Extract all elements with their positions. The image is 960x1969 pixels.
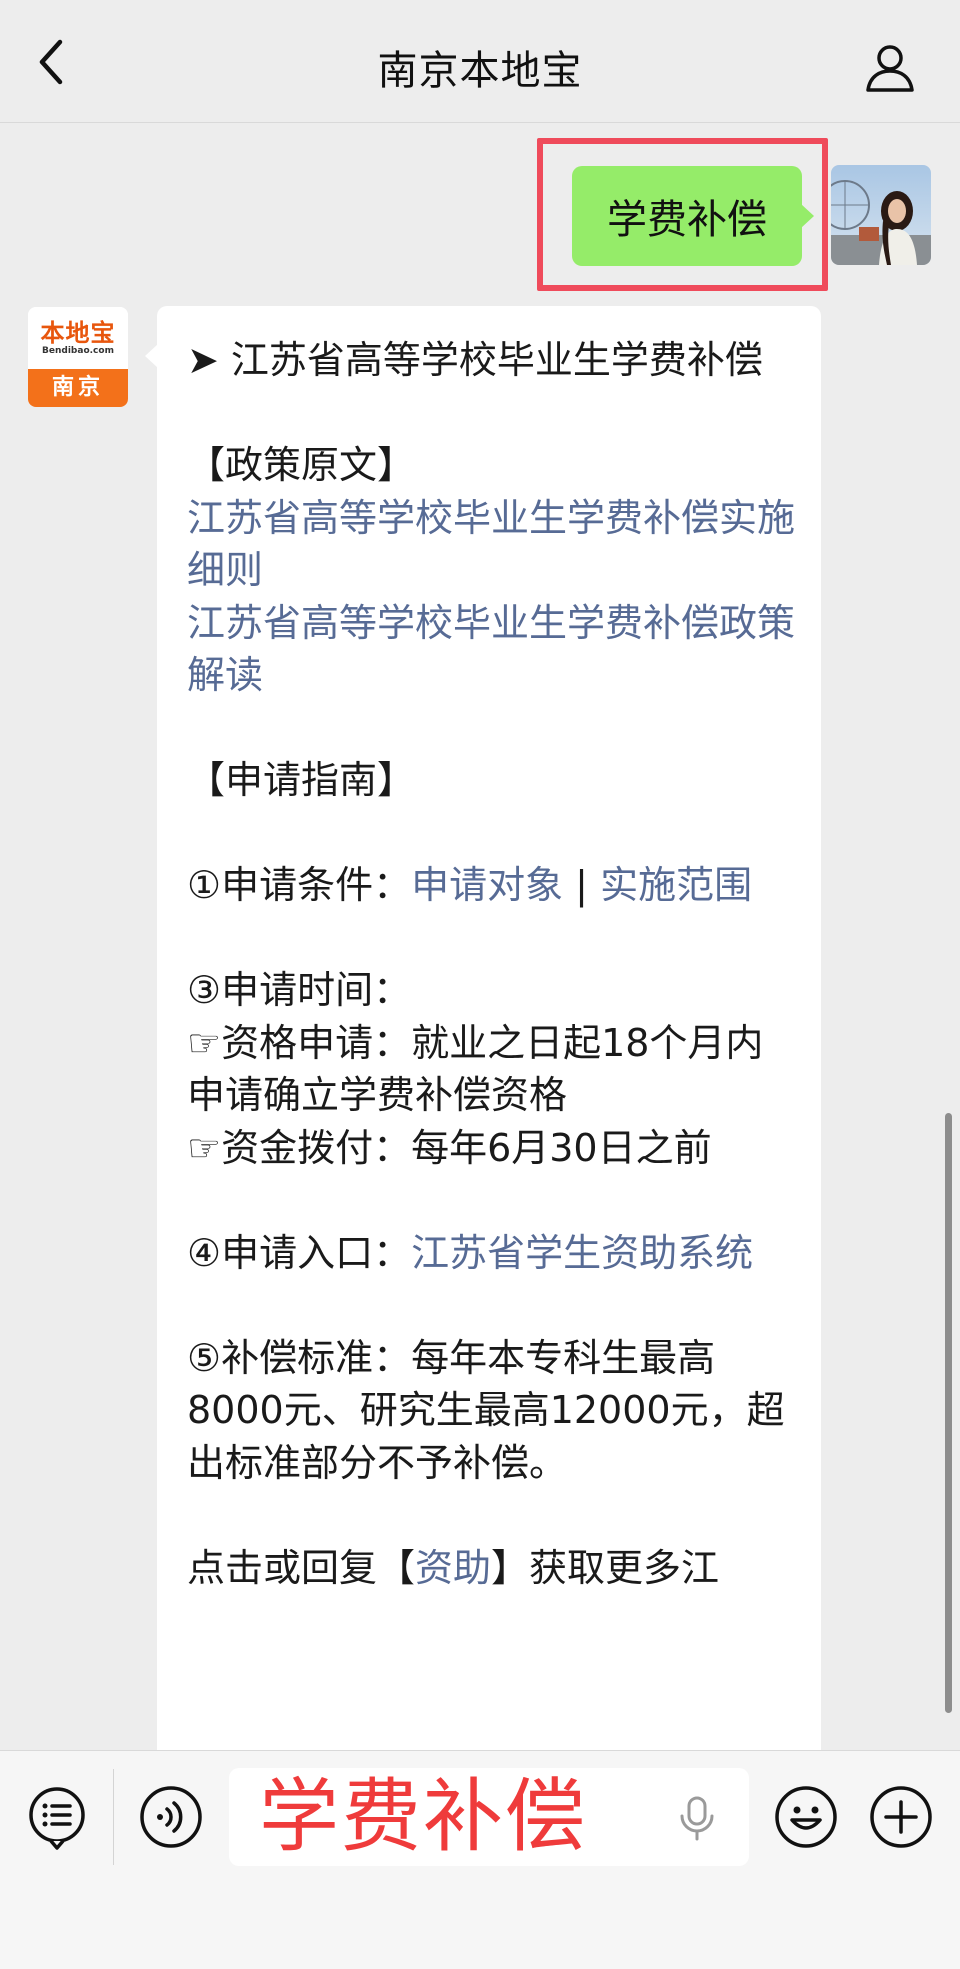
time-qualify: ☞资格申请：就业之日起18个月内申请确立学费补偿资格	[187, 1020, 764, 1118]
voice-button[interactable]	[138, 1784, 204, 1850]
received-message-bubble[interactable]: ➤ 江苏省高等学校毕业生学费补偿 【政策原文】 江苏省高等学校毕业生学费补偿实施…	[145, 306, 821, 1750]
condition-link-target[interactable]: 申请对象	[411, 863, 563, 907]
menu-button[interactable]	[24, 1784, 90, 1850]
toolbar-divider	[113, 1769, 114, 1865]
profile-button[interactable]	[862, 40, 918, 96]
input-bar: 学费补偿	[0, 1750, 960, 1969]
sent-message-bubble[interactable]: 学费补偿	[572, 166, 814, 266]
scrollbar[interactable]	[945, 1113, 952, 1713]
entry-line: ④申请入口：江苏省学生资助系统	[187, 1227, 797, 1280]
more-actions-button[interactable]	[868, 1784, 934, 1850]
policy-link-interpretation[interactable]: 江苏省高等学校毕业生学费补偿政策解读	[187, 601, 795, 698]
bot-avatar[interactable]: 本地宝 Bendibao.com 南京	[28, 307, 128, 407]
mic-icon[interactable]	[677, 1796, 717, 1842]
condition-label: ①申请条件：	[187, 863, 412, 907]
sent-message-text: 学费补偿	[607, 197, 767, 243]
voice-icon	[140, 1786, 202, 1848]
policy-link-rules[interactable]: 江苏省高等学校毕业生学费补偿实施细则	[187, 496, 795, 593]
message-input[interactable]: 学费补偿	[229, 1768, 749, 1866]
chat-window: 南京本地宝 学费补偿 本地宝 Bendibao.com 南京 ➤ 江苏省高等学校…	[0, 0, 960, 1969]
entry-link[interactable]: 江苏省学生资助系统	[411, 1231, 753, 1275]
emoji-button[interactable]	[773, 1784, 839, 1850]
my-avatar[interactable]	[831, 165, 931, 265]
more-link[interactable]: 资助	[415, 1546, 491, 1590]
logo-city-label: 南京	[28, 369, 128, 407]
condition-line: ①申请条件：申请对象 | 实施范围	[187, 859, 797, 912]
time-label: ③申请时间：	[187, 968, 412, 1012]
logo-domain-text: Bendibao.com	[42, 346, 114, 356]
standard-text: ⑤补偿标准：每年本专科生最高8000元、研究生最高12000元，超出标准部分不予…	[187, 1335, 785, 1485]
menu-list-icon	[29, 1787, 85, 1850]
header-bar: 南京本地宝	[0, 0, 960, 123]
avatar-photo	[831, 165, 931, 265]
plus-icon	[870, 1786, 932, 1848]
logo-text: 本地宝	[40, 318, 116, 347]
condition-link-scope[interactable]: 实施范围	[600, 863, 752, 907]
more-prefix: 点击或回复【	[187, 1545, 416, 1590]
emoji-icon	[775, 1786, 837, 1848]
policy-title: 【政策原文】	[187, 443, 416, 487]
more-line: 点击或回复【资助】获取更多江	[187, 1542, 797, 1595]
input-text: 学费补偿	[259, 1770, 587, 1863]
guide-title: 【申请指南】	[187, 758, 416, 802]
bendibao-logo: 本地宝 Bendibao.com	[28, 307, 128, 369]
entry-label: ④申请入口：	[187, 1230, 412, 1275]
condition-separator: |	[563, 863, 601, 907]
page-title: 南京本地宝	[377, 48, 583, 94]
user-icon	[866, 45, 914, 92]
more-suffix: 】获取更多江	[491, 1545, 720, 1590]
time-fund: ☞资金拨付：每年6月30日之前	[187, 1125, 712, 1170]
message-list[interactable]: 学费补偿 本地宝 Bendibao.com 南京 ➤ 江苏省高等学校毕业生学费补…	[0, 123, 960, 1750]
message-heading: ➤ 江苏省高等学校毕业生学费补偿	[187, 338, 763, 382]
